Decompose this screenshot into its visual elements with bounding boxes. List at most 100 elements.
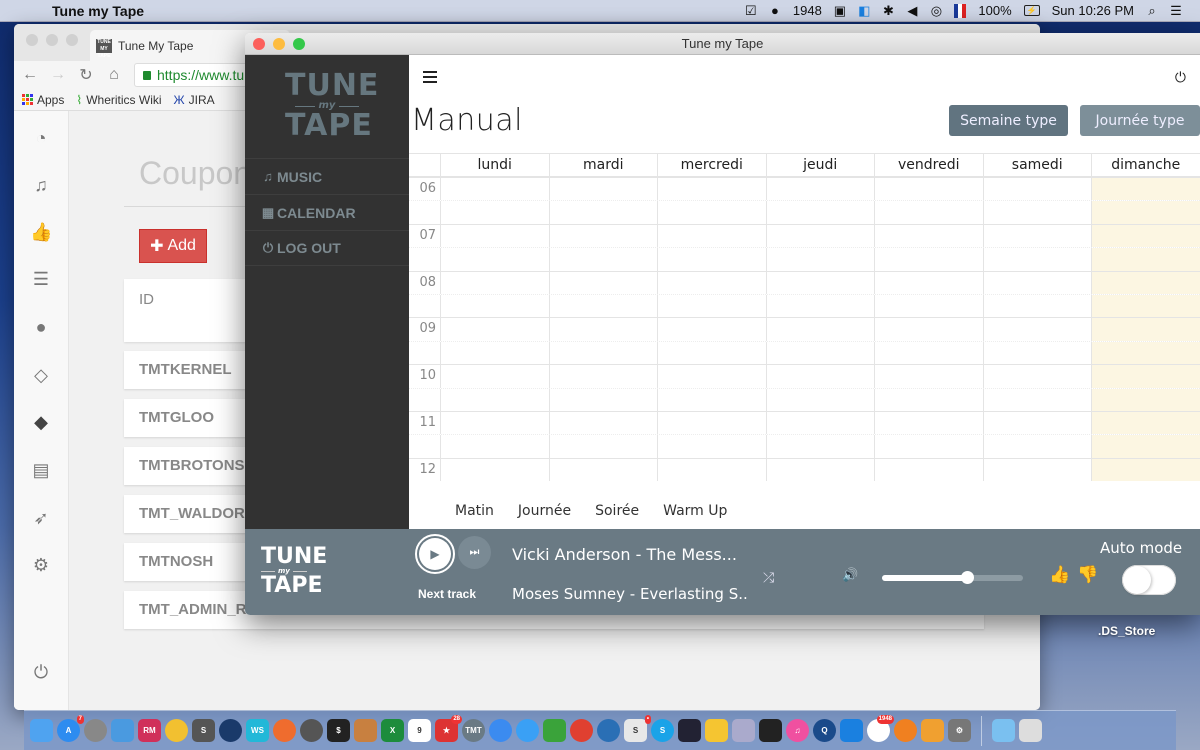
clock-status-icon[interactable]: ● [769, 3, 781, 18]
calendar-slot[interactable] [874, 224, 983, 248]
dock-system-preferences-icon[interactable]: ⚙ [948, 719, 971, 742]
calendar-slot[interactable] [1091, 341, 1200, 365]
calendar-slot[interactable] [440, 271, 549, 294]
list-icon[interactable]: ☰ [30, 268, 52, 290]
calendar-slot[interactable] [982, 365, 1092, 388]
input-source-flag-icon[interactable] [954, 3, 967, 18]
calendar-slot[interactable] [982, 411, 1092, 435]
calendar-slot[interactable] [1091, 365, 1200, 388]
play-button[interactable]: ▶ [415, 534, 455, 574]
calendar-slot[interactable] [440, 435, 549, 458]
active-app-name[interactable]: Tune my Tape [52, 3, 144, 19]
dock-sublime-text-icon[interactable]: S [192, 719, 215, 742]
dock-webstorm-icon[interactable]: WS [246, 719, 269, 742]
battery-percent[interactable]: 100% [978, 3, 1011, 18]
calendar-slot[interactable] [765, 178, 875, 201]
wifi-icon[interactable]: ◎ [930, 3, 942, 19]
calendar-slot[interactable] [548, 201, 658, 224]
shuffle-icon[interactable]: ⤮ [763, 569, 774, 586]
calendar-slot[interactable] [765, 224, 875, 248]
calendar-slot[interactable] [1091, 248, 1200, 271]
calendar-slot[interactable] [548, 178, 658, 201]
calendar-slot[interactable] [874, 201, 983, 224]
home-icon[interactable]: ⌂ [106, 66, 122, 84]
user-icon[interactable]: ● [30, 316, 52, 338]
calendar-slot[interactable] [765, 341, 875, 365]
document-icon[interactable]: ▤ [30, 459, 52, 481]
calendar-slot[interactable] [1091, 201, 1200, 224]
dock-preview-icon[interactable] [732, 719, 755, 742]
journee-type-button[interactable]: Journée type [1080, 105, 1200, 136]
dock-trash-icon[interactable] [1019, 719, 1042, 742]
diamond-icon[interactable]: ◇ [30, 364, 52, 386]
bookmark-apps[interactable]: Apps [22, 93, 64, 107]
calendar-slot[interactable] [440, 458, 549, 482]
dock-app-store-icon[interactable]: A7 [57, 715, 84, 742]
dock-chrome-icon[interactable] [570, 719, 593, 742]
calendar-slot[interactable] [1091, 318, 1200, 341]
calendar-slot[interactable] [548, 294, 658, 318]
calendar-slot[interactable] [657, 294, 766, 318]
calendar-slot[interactable] [440, 411, 549, 435]
dock-calculator-icon[interactable] [354, 719, 377, 742]
bluetooth-icon[interactable]: ✱ [882, 3, 894, 19]
calendar-slot[interactable] [874, 341, 983, 365]
dock-safari-tech-icon[interactable] [300, 719, 323, 742]
calendar-slot[interactable] [982, 178, 1092, 201]
calendar-slot[interactable] [548, 341, 658, 365]
dock-activity-monitor-icon[interactable] [678, 719, 701, 742]
dock-launchpad-icon[interactable] [84, 719, 107, 742]
calendar-slot[interactable] [982, 271, 1092, 294]
calendar-slot[interactable] [440, 388, 549, 411]
calendar-slot[interactable] [874, 458, 983, 482]
slot-tab[interactable]: Matin [455, 503, 494, 519]
hamburger-menu-icon[interactable] [423, 71, 437, 86]
calendar-slot[interactable] [657, 435, 766, 458]
calendar-slot[interactable] [982, 248, 1092, 271]
calendar-slot[interactable] [657, 178, 766, 201]
calendar-slot[interactable] [874, 271, 983, 294]
dock-android-studio-icon[interactable] [165, 719, 188, 742]
notification-center-icon[interactable]: ☰ [1170, 3, 1182, 19]
thumbs-down-icon[interactable]: 👎 [1077, 565, 1098, 585]
clock-badge-count[interactable]: 1948 [793, 3, 822, 18]
calendar-slot[interactable] [982, 458, 1092, 482]
slot-tab[interactable]: Warm Up [663, 503, 727, 519]
nav-item-music[interactable]: ♫ MUSIC [245, 158, 409, 194]
calendar-slot[interactable] [1091, 271, 1200, 294]
dock-teamviewer-icon[interactable] [840, 719, 863, 742]
calendar-slot[interactable] [982, 388, 1092, 411]
calendar-slot[interactable] [440, 365, 549, 388]
calendar-slot[interactable] [874, 435, 983, 458]
dock-evernote-icon[interactable] [543, 719, 566, 742]
dock-quicktime-icon[interactable]: Q [813, 719, 836, 742]
calendar-slot[interactable] [548, 388, 658, 411]
calendar-slot[interactable] [765, 411, 875, 435]
dock-tune-my-tape-icon[interactable]: TMT [462, 719, 485, 742]
settings-gear-icon[interactable]: ⚙ [30, 554, 52, 576]
calendar-slot[interactable] [657, 365, 766, 388]
calendar-slot[interactable] [657, 411, 766, 435]
dock-soundboard-icon[interactable] [759, 719, 782, 742]
calendar-slot[interactable] [1091, 411, 1200, 435]
calendar-slot[interactable] [765, 435, 875, 458]
calendar-slot[interactable] [657, 318, 766, 341]
close-button[interactable] [26, 34, 38, 46]
volume-icon[interactable]: 🔊 [842, 567, 858, 583]
back-arrow-icon[interactable]: ← [22, 66, 38, 84]
close-button[interactable] [253, 38, 265, 50]
dock-skype-icon[interactable]: S [651, 719, 674, 742]
calendar-slot[interactable] [1091, 388, 1200, 411]
minimize-button[interactable] [46, 34, 58, 46]
calendar-slot[interactable] [874, 178, 983, 201]
dock-messenger-icon[interactable] [489, 719, 512, 742]
calendar-slot[interactable] [765, 271, 875, 294]
dock-messages-icon[interactable] [516, 719, 539, 742]
calendar-slot[interactable] [548, 248, 658, 271]
dock-terminal-icon[interactable]: $ [327, 719, 350, 742]
desktop-file[interactable]: .DS_Store [1098, 624, 1155, 638]
calendar-slot[interactable] [440, 341, 549, 365]
dock-hipchat-icon[interactable] [597, 719, 620, 742]
calendar-slot[interactable] [548, 318, 658, 341]
calendar-slot[interactable] [765, 248, 875, 271]
